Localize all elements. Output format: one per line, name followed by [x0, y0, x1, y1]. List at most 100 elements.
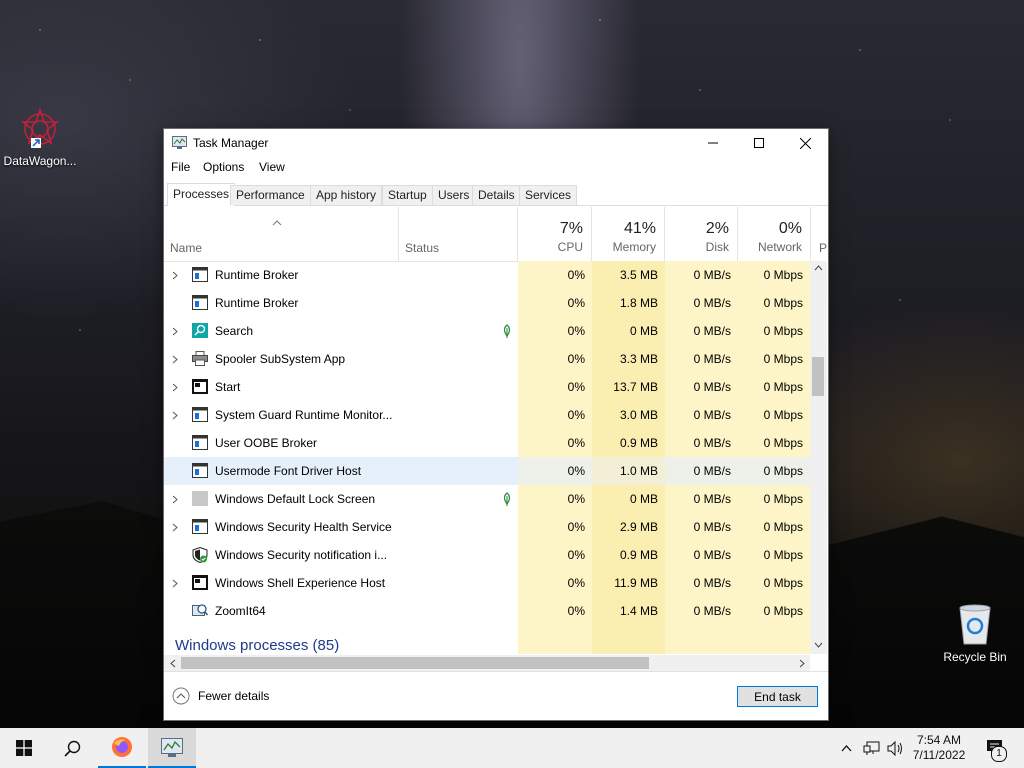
fewer-details-button[interactable]: Fewer details: [172, 687, 269, 705]
zoomit-icon: [192, 603, 209, 618]
column-power-partial[interactable]: P: [811, 207, 828, 261]
process-row[interactable]: ZoomIt64 0% 1.4 MB 0 MB/s 0 Mbps: [164, 597, 810, 625]
memory-percent: 41%: [623, 220, 656, 237]
search-button[interactable]: [48, 728, 96, 768]
column-memory[interactable]: 41% Memory: [592, 207, 665, 261]
cpu-cell: 0%: [518, 513, 592, 541]
network-cell: 0 Mbps: [738, 457, 810, 485]
tab-startup[interactable]: Startup: [382, 185, 433, 205]
tab-strip: Processes Performance App history Startu…: [164, 183, 828, 206]
menu-options[interactable]: Options: [203, 160, 244, 174]
tab-services[interactable]: Services: [519, 185, 578, 205]
title-bar[interactable]: Task Manager: [164, 129, 828, 157]
process-row[interactable]: Usermode Font Driver Host 0% 1.0 MB 0 MB/s 0…: [164, 457, 810, 485]
column-name-label: Name: [170, 241, 203, 255]
disk-cell: 0 MB/s: [665, 345, 738, 373]
tab-performance[interactable]: Performance: [230, 185, 311, 205]
expand-chevron-icon[interactable]: [172, 261, 178, 289]
process-name: Windows Default Lock Screen: [215, 492, 376, 506]
suspended-leaf-icon: [501, 324, 513, 341]
disk-cell: 0 MB/s: [665, 485, 738, 513]
menu-file[interactable]: File: [171, 160, 190, 174]
taskbar-task-manager[interactable]: [148, 728, 196, 768]
column-name[interactable]: Name: [164, 207, 399, 261]
expand-chevron-icon[interactable]: [172, 513, 178, 541]
process-row[interactable]: Windows Security Health Service 0% 2.9 MB 0…: [164, 513, 810, 541]
process-row[interactable]: Spooler SubSystem App 0% 3.3 MB 0 MB/s 0 Mbp…: [164, 345, 810, 373]
volume-tray-button[interactable]: [884, 728, 906, 768]
disk-cell: 0 MB/s: [665, 597, 738, 625]
process-row[interactable]: Windows Security notification i... 0% 0.9 …: [164, 541, 810, 569]
windows-logo-icon: [16, 740, 32, 756]
process-name: Usermode Font Driver Host: [215, 464, 362, 478]
desktop-icon-datawagon[interactable]: DataWagon...: [0, 108, 80, 168]
horizontal-scrollbar[interactable]: [164, 655, 810, 671]
process-row[interactable]: Search 0% 0 MB 0 MB/s 0 Mbps: [164, 317, 810, 345]
scroll-left-icon: [170, 659, 176, 668]
column-header: Name Status 7% CPU 41% Memory 2% Disk 0%…: [164, 207, 827, 262]
process-row[interactable]: Runtime Broker 0% 3.5 MB 0 MB/s 0 Mbps: [164, 261, 810, 289]
taskbar-firefox[interactable]: [98, 728, 146, 768]
cpu-cell: 0%: [518, 401, 592, 429]
disk-cell: 0 MB/s: [665, 429, 738, 457]
expand-chevron-icon[interactable]: [172, 345, 178, 373]
column-disk[interactable]: 2% Disk: [665, 207, 738, 261]
tab-users[interactable]: Users: [432, 185, 476, 205]
expand-chevron-icon[interactable]: [172, 317, 178, 345]
footer-bar: Fewer details End task: [164, 671, 828, 721]
memory-cell: 3.5 MB: [592, 261, 665, 289]
network-cell: 0 Mbps: [738, 317, 810, 345]
column-cpu[interactable]: 7% CPU: [518, 207, 592, 261]
horizontal-scroll-thumb[interactable]: [181, 657, 649, 669]
window-app-icon: [192, 407, 208, 422]
expand-chevron-icon[interactable]: [172, 485, 178, 513]
end-task-button[interactable]: End task: [737, 686, 818, 707]
clock-date: 7/11/2022: [912, 748, 966, 762]
chevron-up-icon: [841, 744, 851, 751]
start-button[interactable]: [0, 728, 48, 768]
group-header-windows-processes[interactable]: Windows processes (85): [175, 637, 339, 654]
gray-square-icon: [192, 491, 208, 506]
vertical-scroll-thumb[interactable]: [812, 357, 824, 396]
process-name: Windows Security notification i...: [215, 548, 388, 562]
tab-details[interactable]: Details: [472, 185, 521, 205]
close-button[interactable]: [782, 129, 828, 157]
datawagon-icon: [20, 108, 60, 148]
vertical-scrollbar[interactable]: [810, 261, 827, 654]
memory-cell: 13.7 MB: [592, 373, 665, 401]
cpu-label: CPU: [557, 240, 583, 254]
expand-chevron-icon[interactable]: [172, 373, 178, 401]
process-name: Windows Security Health Service: [215, 520, 392, 534]
cpu-cell: 0%: [518, 541, 592, 569]
action-center-button[interactable]: 1: [976, 728, 1016, 768]
clock[interactable]: 7:54 AM 7/11/2022: [908, 728, 970, 768]
close-icon: [799, 137, 811, 149]
start-app-icon: [192, 575, 208, 590]
network-tray-button[interactable]: [860, 728, 882, 768]
process-name: Runtime Broker: [215, 268, 299, 282]
process-row[interactable]: Windows Shell Experience Host 0% 11.9 MB 0 …: [164, 569, 810, 597]
tab-processes[interactable]: Processes: [167, 183, 236, 206]
desktop-icon-recycle-bin[interactable]: Recycle Bin: [935, 602, 1015, 664]
process-row[interactable]: User OOBE Broker 0% 0.9 MB 0 MB/s 0 Mbps: [164, 429, 810, 457]
process-row[interactable]: System Guard Runtime Monitor... 0% 3.0 MB 0…: [164, 401, 810, 429]
show-hidden-icons-button[interactable]: [836, 728, 856, 768]
tab-app-history[interactable]: App history: [310, 185, 383, 205]
minimize-button[interactable]: [690, 129, 736, 157]
memory-cell: 3.0 MB: [592, 401, 665, 429]
column-status[interactable]: Status: [399, 207, 518, 261]
list-filler: Windows processes (85): [164, 625, 810, 654]
network-cell: 0 Mbps: [738, 373, 810, 401]
column-fill: [592, 625, 665, 654]
process-row[interactable]: Runtime Broker 0% 1.8 MB 0 MB/s 0 Mbps: [164, 289, 810, 317]
expand-chevron-icon[interactable]: [172, 569, 178, 597]
process-row[interactable]: Start 0% 13.7 MB 0 MB/s 0 Mbps: [164, 373, 810, 401]
menu-bar: File Options View: [164, 157, 828, 177]
process-row[interactable]: Windows Default Lock Screen 0% 0 MB 0 MB/s 0…: [164, 485, 810, 513]
menu-view[interactable]: View: [259, 160, 285, 174]
sort-up-icon: [272, 220, 282, 226]
desktop-icon-label: DataWagon...: [3, 154, 77, 168]
column-network[interactable]: 0% Network: [738, 207, 811, 261]
maximize-button[interactable]: [736, 129, 782, 157]
expand-chevron-icon[interactable]: [172, 401, 178, 429]
